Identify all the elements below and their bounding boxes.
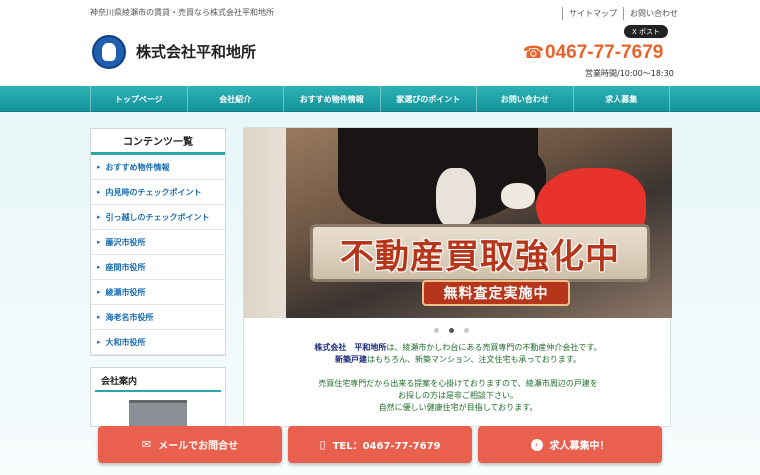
intro-newhome: 新築戸建 [334,355,367,364]
intro-line-1: は、綾瀬市かしわ台にある売買専門の不動産仲介会社です。 [386,343,602,352]
sidebar-item-yamato[interactable]: ▸ 大和市役所 [91,330,225,355]
sidebar-item-label: 引っ越しのチェックポイント [105,212,210,222]
fixed-cta-bar: ✉ メールでお問合せ ▯ TEL：0467-77-7679 › 求人募集中！ [0,426,760,475]
slide-subheadline: 無料査定実施中 [422,280,570,306]
main-content: 不動産買取強化中 無料査定実施中 株式会社 平和地所は、綾瀬市かしわ台にある売買… [243,127,672,427]
tel-label: TEL：0467-77-7679 [332,441,441,452]
sidebar-item-zama[interactable]: ▸ 座間市役所 [91,255,225,280]
business-hours: 営業時間/10:00～18:30 [585,69,674,78]
global-nav: トップページ 会社紹介 おすすめ物件情報 家選びのポイント お問い合わせ 求人募… [0,86,760,112]
sidebar-item-properties[interactable]: ▸ おすすめ物件情報 [91,155,225,180]
sidebar-item-label: 大和市役所 [105,337,146,347]
recruit-label: 求人募集中！ [549,441,610,452]
sidebar-item-label: 内見時のチェックポイント [105,187,202,197]
chevron-right-icon: ▸ [97,313,101,321]
sidebar-item-label: おすすめ物件情報 [105,162,170,172]
dog-chest [436,168,476,228]
contact-link[interactable]: お問い合わせ [623,7,684,20]
nav-recruit[interactable]: 求人募集 [572,86,670,112]
mail-icon: ✉ [141,438,152,451]
site-tagline: 神奈川県綾瀬市の賃貸・売買なら株式会社平和地所 [90,8,274,17]
nav-top[interactable]: トップページ [90,86,187,112]
phone-number[interactable]: 0467-77-7679 [545,42,663,64]
slider-pagination [434,328,469,333]
chevron-right-icon: ▸ [97,338,101,346]
mail-contact-label: メールでお問合せ [158,441,239,452]
hero-slider[interactable]: 不動産買取強化中 無料査定実施中 [244,128,672,318]
intro-line-3: 売買住宅専門だから出来る提案を心掛けておりますので、綾瀬市周辺の戸建を [318,379,598,388]
phone-icon: ☎ [523,43,545,63]
chevron-right-icon: ▸ [97,263,101,271]
company-info-title: 会社案内 [95,368,221,392]
chevron-right-icon: ▸ [97,163,101,171]
sidebar-item-moving[interactable]: ▸ 引っ越しのチェックポイント [91,205,225,230]
dog-muzzle [501,183,535,209]
header-phone[interactable]: ☎ 0467-77-7679 [523,42,663,64]
sidebar-item-viewing[interactable]: ▸ 内見時のチェックポイント [91,180,225,205]
sidebar-item-ayase[interactable]: ▸ 綾瀬市役所 [91,280,225,305]
sidebar-item-fujisawa[interactable]: ▸ 藤沢市役所 [91,230,225,255]
x-post-button[interactable]: X ポスト [624,25,668,38]
slider-dot-active[interactable] [449,328,454,333]
nav-properties[interactable]: おすすめ物件情報 [283,86,380,112]
arrow-right-icon: › [530,438,543,451]
slider-dot[interactable] [434,328,439,333]
sidebar-item-label: 座間市役所 [105,262,146,272]
site-header: 神奈川県綾瀬市の賃貸・売買なら株式会社平和地所 サイトマップ お問い合わせ 株式… [0,0,760,86]
sidebar-item-ebina[interactable]: ▸ 海老名市役所 [91,305,225,330]
sidebar-item-label: 海老名市役所 [105,312,154,322]
intro-line-5: 自然に優しい健康住宅が目指しております。 [378,403,538,412]
intro-line-2: はもちろん、新築マンション、注文住宅も承っております。 [366,355,582,364]
nav-company[interactable]: 会社紹介 [186,86,284,112]
smartphone-icon: ▯ [319,438,326,451]
slider-dot[interactable] [464,328,469,333]
recruit-button[interactable]: › 求人募集中！ [478,426,662,463]
company-building-image[interactable] [129,400,187,426]
nav-contact[interactable]: お問い合わせ [476,86,573,112]
intro-text: 株式会社 平和地所は、綾瀬市かしわ台にある売買専門の不動産仲介会社です。 新築戸… [244,342,672,414]
company-info-box: 会社案内 [90,367,226,427]
chevron-right-icon: ▸ [97,288,101,296]
mail-contact-button[interactable]: ✉ メールでお問合せ [98,426,282,463]
intro-company: 株式会社 平和地所 [314,343,387,352]
chevron-right-icon: ▸ [97,238,101,246]
sitemap-link[interactable]: サイトマップ [562,7,623,20]
tel-button[interactable]: ▯ TEL：0467-77-7679 [288,426,472,463]
slide-headline: 不動産買取強化中 [340,236,620,277]
slide-edge-image [244,128,286,318]
chevron-right-icon: ▸ [97,213,101,221]
intro-line-4: お探しの方は是非ご相談下さい。 [398,391,518,400]
sidebar-item-label: 綾瀬市役所 [105,287,146,297]
company-name[interactable]: 株式会社平和地所 [136,41,256,62]
sidebar-contents: コンテンツ一覧 ▸ おすすめ物件情報 ▸ 内見時のチェックポイント ▸ 引っ越しのチェ… [90,128,226,356]
nav-tips[interactable]: 家選びのポイント [379,86,477,112]
slide-banner: 不動産買取強化中 [310,224,650,282]
company-logo[interactable] [92,35,126,69]
chevron-right-icon: ▸ [97,188,101,196]
sidebar-title: コンテンツ一覧 [91,129,225,155]
sidebar-item-label: 藤沢市役所 [105,237,146,247]
top-links: サイトマップ お問い合わせ [562,7,684,20]
